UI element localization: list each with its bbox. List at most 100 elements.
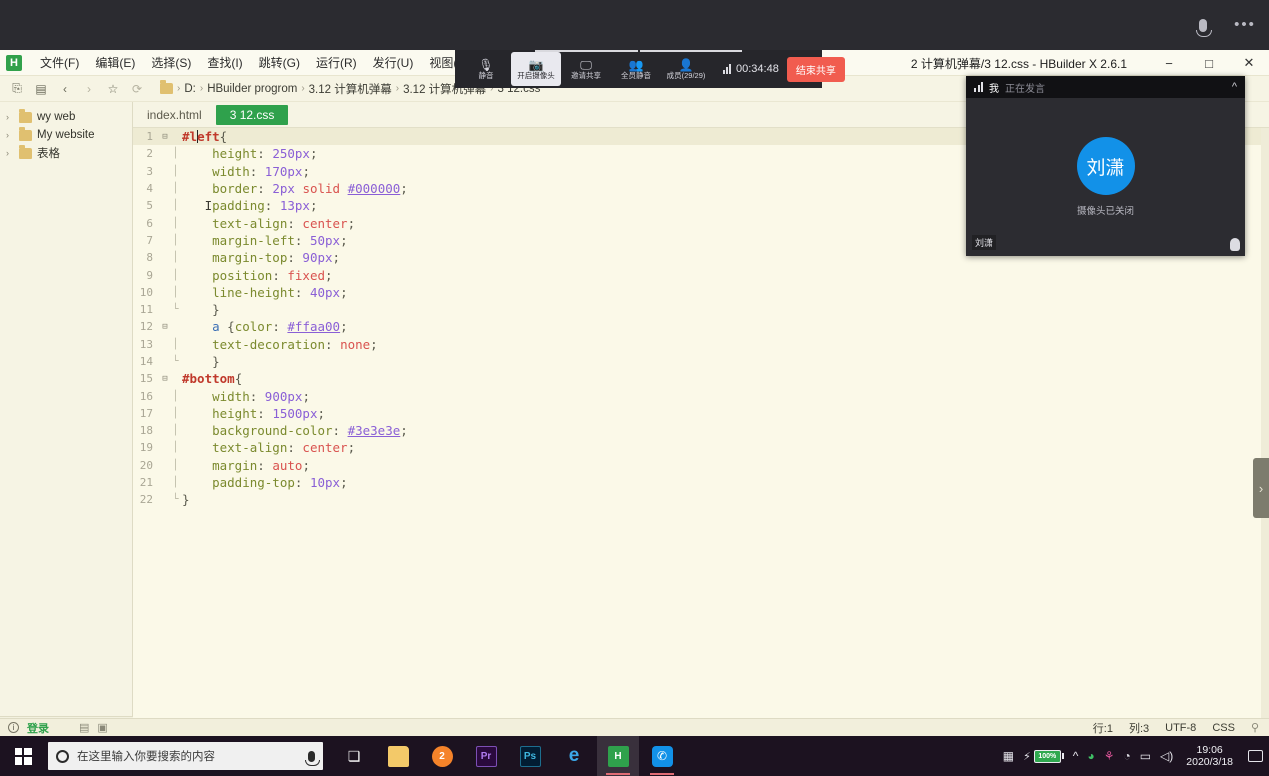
code-line[interactable]: 11 └ } [133,301,1269,318]
code-token: text-decoration [182,336,325,352]
tab-3-12-css[interactable]: 3 12.css [215,105,289,125]
minimize-button[interactable]: − [1149,50,1189,76]
edge-icon[interactable]: e [553,736,595,776]
photoshop-icon[interactable]: Ps [509,736,551,776]
sidebar-item-biaoge[interactable]: › 表格 [0,144,132,162]
fold-toggle-icon[interactable]: ⊟ [159,322,171,332]
notification-icon[interactable] [1248,750,1263,762]
encoding-label[interactable]: UTF-8 [1165,722,1196,734]
sidebar-item-my-website[interactable]: › My website [0,126,132,144]
hbuilder-icon[interactable]: H [597,736,639,776]
code-line[interactable]: 14 └ } [133,353,1269,370]
expander-icon[interactable]: › [6,112,14,122]
refresh-icon[interactable]: ⟳ [126,79,148,99]
tencent-meeting-icon[interactable]: ✆ [641,736,683,776]
pin-icon[interactable]: ⚲ [1251,721,1259,734]
mute-all-button[interactable]: 👥 全员静音 [611,52,661,86]
menu-select[interactable]: 选择(S) [143,51,199,74]
code-token: : [264,198,280,214]
tray-app-icon[interactable]: ⚘ [1104,749,1115,763]
code-line[interactable]: 18 │ background-color: #3e3e3e; [133,422,1269,439]
folder-icon [160,80,173,94]
network-icon[interactable]: ▭ [1140,749,1151,763]
code-line[interactable]: 13 │ text-decoration: none; [133,336,1269,353]
code-line[interactable]: 15 ⊟ #bottom{ [133,370,1269,387]
expander-icon[interactable]: › [6,148,14,158]
expander-icon[interactable]: › [6,130,14,140]
terminal-icon[interactable]: ▣ [97,721,107,734]
tab-index-html[interactable]: index.html [133,102,216,127]
new-file-icon[interactable]: ⎘ [6,79,28,99]
code-token: 40px [309,284,341,300]
close-button[interactable]: ✕ [1229,50,1269,76]
task-view-icon[interactable]: ❏ [333,736,375,776]
code-token: ; [400,423,408,439]
menu-goto[interactable]: 跳转(G) [251,51,308,74]
menu-find[interactable]: 查找(I) [199,51,250,74]
volume-icon[interactable]: ◁) [1160,749,1173,763]
fold-toggle-icon[interactable]: ⊟ [159,374,171,384]
self-video-panel[interactable]: 我 正在发言 ^ 刘潇 摄像头已关闭 刘潇 [966,76,1245,256]
chevron-up-icon[interactable]: ^ [1232,81,1237,93]
editor-right-strip [1261,128,1269,736]
language-label[interactable]: CSS [1212,722,1235,734]
start-camera-button[interactable]: 📷 开启摄像头 [511,52,561,86]
360-zip-icon[interactable]: 2 [421,736,463,776]
menu-run[interactable]: 运行(R) [308,51,365,74]
share-screen-button[interactable]: 🖵 邀请共享 [561,52,611,86]
timer-value: 00:34:48 [736,63,779,75]
outline-icon[interactable]: ▤ [79,721,89,734]
code-line[interactable]: 9 │ position: fixed; [133,266,1269,283]
wifi-icon[interactable]: ◔ [1123,749,1130,763]
end-share-button[interactable]: 结束共享 [786,56,845,82]
fold-toggle-icon[interactable]: ⊟ [159,132,171,142]
code-line[interactable]: 16 │ width: 900px; [133,387,1269,404]
search-input[interactable]: 在这里输入你要搜索的内容 [48,742,323,770]
maximize-button[interactable]: □ [1189,50,1229,76]
code-line[interactable]: 22 └} [133,491,1269,508]
mute-button[interactable]: 🎙 静音 [461,52,511,86]
menu-file[interactable]: 文件(F) [32,51,87,74]
keyboard-icon[interactable]: ▦ [1003,749,1014,763]
sidebar-item-wy-web[interactable]: › wy web [0,108,132,126]
chevron-right-icon[interactable]: › [1253,458,1269,518]
code-line[interactable]: 20 │ margin: auto; [133,457,1269,474]
code-line[interactable]: 19 │ text-align: center; [133,439,1269,456]
breadcrumb-separator: › [177,83,181,94]
code-token: center [302,215,348,231]
login-link[interactable]: 登录 [27,720,49,736]
wechat-icon[interactable]: ◕ [1087,749,1094,763]
mute-button-label: 静音 [478,71,494,80]
favorite-icon[interactable]: ☆ [102,79,124,99]
breadcrumb-item-project[interactable]: 3.12 计算机弹幕 [309,81,392,97]
members-button[interactable]: 👤 成员(29/29) [661,52,711,86]
code-text: } [180,302,220,317]
code-line[interactable]: 21 │ padding-top: 10px; [133,474,1269,491]
menu-edit[interactable]: 编辑(E) [87,51,143,74]
participant-name: 刘潇 [972,235,997,250]
microphone-icon[interactable] [1189,11,1217,39]
back-icon[interactable]: ‹ [54,79,76,99]
code-line[interactable]: 10 │ line-height: 40px; [133,284,1269,301]
code-token: 50px [309,232,341,248]
save-icon[interactable]: ▤ [30,79,52,99]
windows-start-icon[interactable] [0,736,46,776]
microphone-icon[interactable] [305,750,320,766]
clock[interactable]: 19:06 2020/3/18 [1186,744,1233,768]
breadcrumb-item-hbuilder-progrom[interactable]: HBuilder progrom [207,83,297,95]
code-token: width [182,163,250,179]
code-token: 170px [264,163,303,179]
battery-icon[interactable]: ⚡ 100% [1023,749,1064,763]
microphone-icon: 🎙 [478,57,494,72]
menu-publish[interactable]: 发行(U) [365,51,422,74]
code-line[interactable]: 12 ⊟ a {color: #ffaa00; [133,318,1269,335]
meeting-toolbar: 🎙 静音 📷 开启摄像头 🖵 邀请共享 👥 全员静音 👤 成员(29/29) 0… [455,50,845,88]
file-explorer-icon[interactable] [377,736,419,776]
toolbar-drag-handle[interactable] [455,50,822,52]
chevron-up-icon[interactable]: ^ [1073,749,1079,763]
forward-icon[interactable]: › [78,79,100,99]
premiere-pro-icon[interactable]: Pr [465,736,507,776]
code-line[interactable]: 17 │ height: 1500px; [133,405,1269,422]
breadcrumb-item-drive[interactable]: D: [184,83,196,95]
more-options-icon[interactable]: ••• [1231,11,1259,39]
